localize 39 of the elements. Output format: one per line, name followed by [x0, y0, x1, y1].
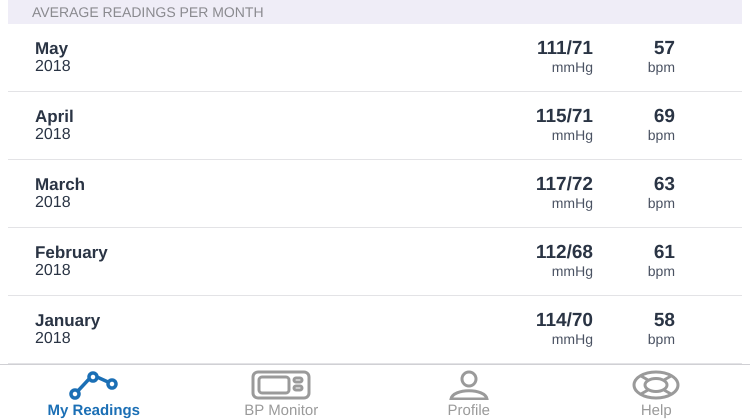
pulse-value: 69 — [654, 108, 675, 126]
month-label: January — [35, 312, 102, 330]
pulse-value: 61 — [654, 244, 675, 262]
tab[interactable]: My Readings — [0, 365, 188, 420]
tab[interactable]: Profile — [375, 365, 562, 420]
pressure-value: 117/72 — [536, 176, 593, 194]
year-label: 2018 — [35, 194, 72, 212]
pressure-unit: mmHg — [552, 330, 593, 348]
pulse-unit: bpm — [648, 330, 675, 348]
pulse-unit: bpm — [648, 126, 675, 144]
pressure-unit: mmHg — [552, 262, 593, 280]
pressure-unit: mmHg — [552, 126, 593, 144]
pulse-value: 57 — [654, 40, 675, 58]
tab[interactable]: Help — [562, 365, 750, 420]
pressure-value: 115/71 — [536, 108, 593, 126]
pulse-value: 63 — [654, 176, 675, 194]
year-label: 2018 — [35, 58, 72, 76]
device-icon — [250, 370, 312, 400]
pressure-unit: mmHg — [552, 194, 593, 212]
pressure-value: 112/68 — [536, 244, 593, 262]
lifebuoy-icon — [631, 370, 682, 400]
month-label: April — [35, 108, 75, 126]
month-label: May — [35, 40, 70, 58]
pressure-value: 111/71 — [536, 40, 593, 58]
tab[interactable]: BP Monitor — [188, 365, 375, 420]
person-icon — [446, 370, 491, 400]
pressure-value: 114/70 — [536, 312, 593, 330]
line-chart-icon — [68, 370, 120, 400]
section-header: AVERAGE READINGS PER MONTH — [32, 2, 264, 22]
pressure-unit: mmHg — [552, 58, 593, 76]
pulse-unit: bpm — [648, 262, 675, 280]
pulse-unit: bpm — [648, 194, 675, 212]
year-label: 2018 — [35, 126, 72, 144]
year-label: 2018 — [35, 262, 72, 280]
month-label: March — [35, 176, 86, 194]
pulse-value: 58 — [654, 312, 675, 330]
month-label: February — [35, 244, 109, 262]
pulse-unit: bpm — [648, 58, 675, 76]
year-label: 2018 — [35, 330, 72, 348]
